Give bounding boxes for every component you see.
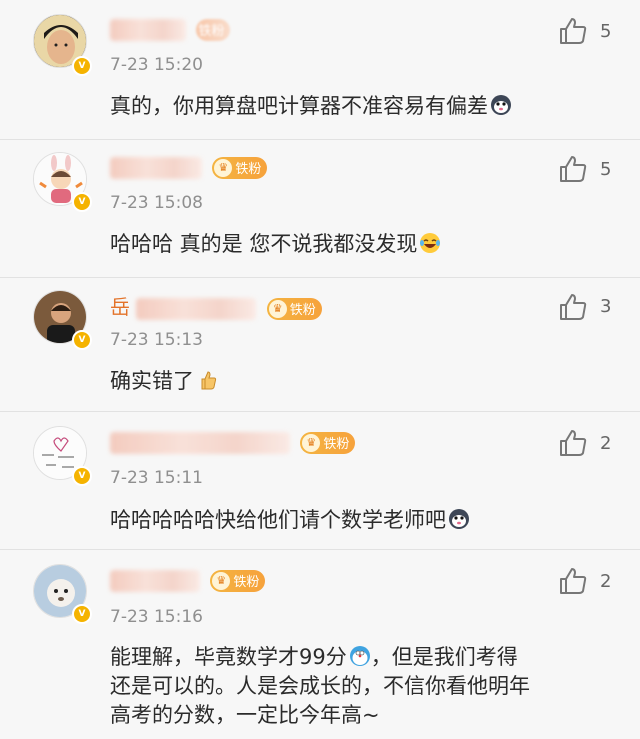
like-thumb-icon[interactable] bbox=[558, 16, 588, 46]
crown-icon: ♛ bbox=[212, 571, 231, 590]
comment-text-line: 高考的分数，一定比今年高~ bbox=[110, 703, 380, 727]
comment-item: V ♛ 铁粉 7-23 15:08 哈哈哈 真的是 您不说我都没发现 5 bbox=[0, 140, 640, 278]
username[interactable]: 岳 ♛ 铁粉 bbox=[110, 291, 322, 320]
like-count: 2 bbox=[600, 571, 612, 592]
like-thumb-icon[interactable] bbox=[558, 566, 588, 596]
fan-badge-label: 铁粉 bbox=[289, 303, 316, 318]
fan-badge-label: 铁粉 bbox=[323, 437, 350, 452]
verified-icon: V bbox=[72, 604, 92, 624]
doraemon-emoji bbox=[349, 646, 370, 666]
comment-item: V ♛ 铁粉 7-23 15:11 哈哈哈哈哈快给他们请个数学老师吧 2 bbox=[0, 412, 640, 550]
timestamp: 7-23 15:11 bbox=[110, 468, 203, 488]
username[interactable]: ♛ 铁粉 bbox=[110, 567, 266, 592]
comment-item: V 铁粉 7-23 15:20 真的，你用算盘吧计算器不准容易有偏差 5 bbox=[0, 0, 640, 140]
blurred-username bbox=[110, 431, 290, 454]
verified-icon: V bbox=[72, 466, 92, 486]
like-count: 5 bbox=[600, 159, 612, 180]
fan-badge: ♛ 铁粉 bbox=[210, 569, 266, 592]
comment-text: 哈哈哈 真的是 您不说我都没发现 bbox=[110, 230, 610, 259]
blurred-username bbox=[110, 18, 186, 41]
comment-text: 哈哈哈哈哈快给他们请个数学老师吧 bbox=[110, 506, 610, 535]
username[interactable]: 铁粉 bbox=[110, 16, 231, 41]
username[interactable]: ♛ 铁粉 bbox=[110, 429, 356, 454]
husky-emoji bbox=[449, 509, 469, 529]
crown-icon: ♛ bbox=[214, 158, 233, 177]
fan-badge: ♛ 铁粉 bbox=[300, 431, 356, 454]
comment-item: V ♛ 铁粉 7-23 15:16 能理解，毕竟数学才99分 ，但是我们考得 还是… bbox=[0, 550, 640, 739]
comment-text-content: ，但是我们考得 bbox=[370, 645, 518, 669]
blurred-username bbox=[110, 156, 202, 179]
fan-badge-label: 铁粉 bbox=[233, 575, 260, 590]
like-count: 3 bbox=[600, 296, 612, 317]
comment-text-content: 确实错了 bbox=[110, 369, 194, 393]
username-visible-text: 岳 bbox=[110, 295, 130, 319]
fan-badge-label: 铁粉 bbox=[198, 24, 225, 39]
comment-text-line: 还是可以的。人是会成长的，不信你看他明年 bbox=[110, 674, 530, 698]
timestamp: 7-23 15:16 bbox=[110, 607, 203, 627]
comment-text: 能理解，毕竟数学才99分 ，但是我们考得 还是可以的。人是会成长的，不信你看他明年… bbox=[110, 643, 610, 730]
username[interactable]: ♛ 铁粉 bbox=[110, 154, 268, 179]
like-thumb-icon[interactable] bbox=[558, 292, 588, 322]
comment-text-content: 真的，你用算盘吧计算器不准容易有偏差 bbox=[110, 94, 488, 118]
comment-item: V 岳 ♛ 铁粉 7-23 15:13 确实错了 3 bbox=[0, 278, 640, 412]
fan-badge: ♛ 铁粉 bbox=[266, 297, 322, 320]
like-thumb-icon[interactable] bbox=[558, 428, 588, 458]
fan-badge-label: 铁粉 bbox=[235, 162, 262, 177]
comment-text-content: 哈哈哈 真的是 您不说我都没发现 bbox=[110, 232, 418, 256]
crown-icon: ♛ bbox=[302, 433, 321, 452]
fan-badge: 铁粉 bbox=[196, 18, 231, 41]
comment-text-content: 哈哈哈哈哈快给他们请个数学老师吧 bbox=[110, 508, 446, 532]
blurred-username bbox=[110, 569, 200, 592]
timestamp: 7-23 15:20 bbox=[110, 55, 203, 75]
verified-icon: V bbox=[72, 56, 92, 76]
thumbs-up-emoji bbox=[201, 371, 217, 390]
comment-text: 真的，你用算盘吧计算器不准容易有偏差 bbox=[110, 92, 610, 121]
laugh-cry-emoji bbox=[420, 233, 441, 253]
blurred-username bbox=[136, 297, 257, 320]
like-count: 5 bbox=[600, 21, 612, 42]
fan-badge: ♛ 铁粉 bbox=[212, 156, 268, 179]
like-count: 2 bbox=[600, 433, 612, 454]
verified-icon: V bbox=[72, 192, 92, 212]
crown-icon: ♛ bbox=[268, 299, 287, 318]
husky-emoji bbox=[491, 95, 511, 115]
comment-text: 确实错了 bbox=[110, 367, 610, 396]
timestamp: 7-23 15:13 bbox=[110, 330, 203, 350]
comment-text-line: 能理解，毕竟数学才99分 ，但是我们考得 bbox=[110, 643, 610, 672]
like-thumb-icon[interactable] bbox=[558, 154, 588, 184]
timestamp: 7-23 15:08 bbox=[110, 193, 203, 213]
comment-text-content: 能理解，毕竟数学才99分 bbox=[110, 645, 347, 669]
verified-icon: V bbox=[72, 330, 92, 350]
